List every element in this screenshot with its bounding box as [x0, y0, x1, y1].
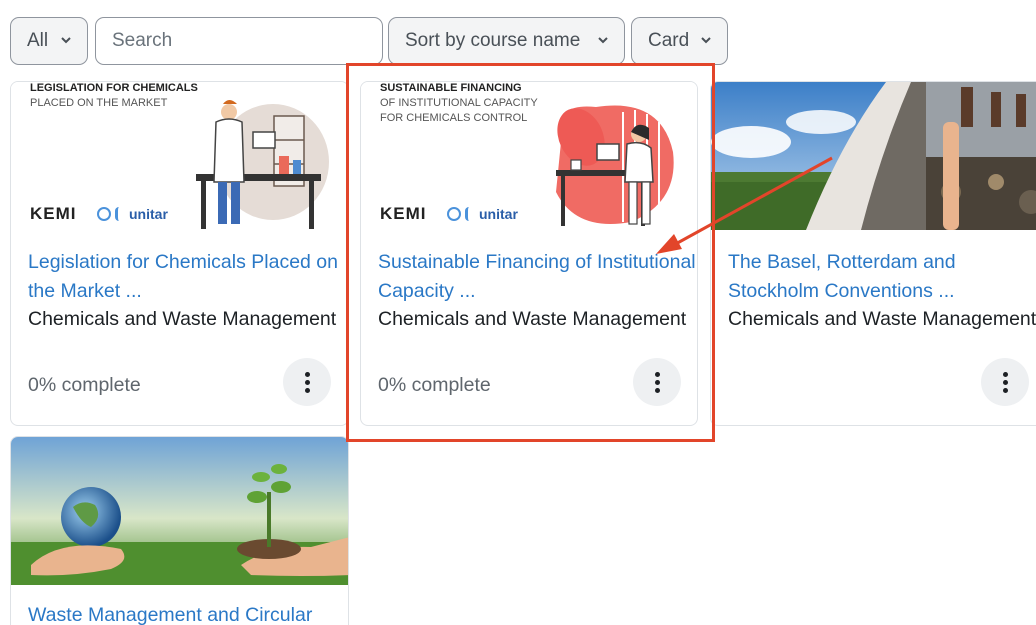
view-dropdown[interactable]: Card: [631, 17, 728, 65]
unitar-logo-text: unitar: [129, 206, 168, 222]
grouping-label: All: [27, 30, 49, 51]
course-image[interactable]: [11, 437, 348, 585]
course-actions-button[interactable]: [981, 358, 1029, 406]
un-unitar-logo: unitar: [97, 206, 168, 222]
image-subheading: PLACED ON THE MARKET: [30, 97, 168, 109]
chevron-down-icon: [61, 37, 71, 44]
course-actions-button[interactable]: [283, 358, 331, 406]
search-placeholder: Search: [112, 30, 173, 51]
chevron-down-icon: [701, 37, 711, 44]
course-title-link[interactable]: Waste Management and Circular: [28, 601, 348, 625]
course-progress: 0% complete: [28, 374, 141, 396]
un-emblem-icon: [97, 207, 111, 221]
search-input[interactable]: Search: [95, 17, 383, 65]
sort-dropdown[interactable]: Sort by course name: [388, 17, 625, 65]
course-illustration: [11, 437, 348, 585]
grouping-dropdown[interactable]: All: [10, 17, 88, 65]
kebab-icon: [1003, 372, 1008, 377]
image-heading: LEGISLATION FOR CHEMICALS: [30, 82, 198, 94]
course-title-link[interactable]: Legislation for Chemicals Placed on the …: [28, 248, 348, 306]
course-image[interactable]: LEGISLATION FOR CHEMICALS PLACED ON THE …: [11, 82, 348, 230]
course-card: LEGISLATION FOR CHEMICALS PLACED ON THE …: [10, 81, 349, 426]
kemi-logo: KEMI: [30, 204, 77, 223]
unitar-emblem-icon: [115, 207, 125, 221]
course-category: Chemicals and Waste Management: [28, 308, 337, 330]
course-category: Chemicals and Waste Management: [728, 308, 1036, 330]
annotation-arrow-icon: [656, 156, 833, 254]
course-card: Waste Management and Circular: [10, 436, 349, 625]
view-label: Card: [648, 30, 690, 51]
sort-label: Sort by course name: [405, 30, 581, 51]
kebab-icon: [305, 372, 310, 377]
chevron-down-icon: [598, 37, 608, 44]
